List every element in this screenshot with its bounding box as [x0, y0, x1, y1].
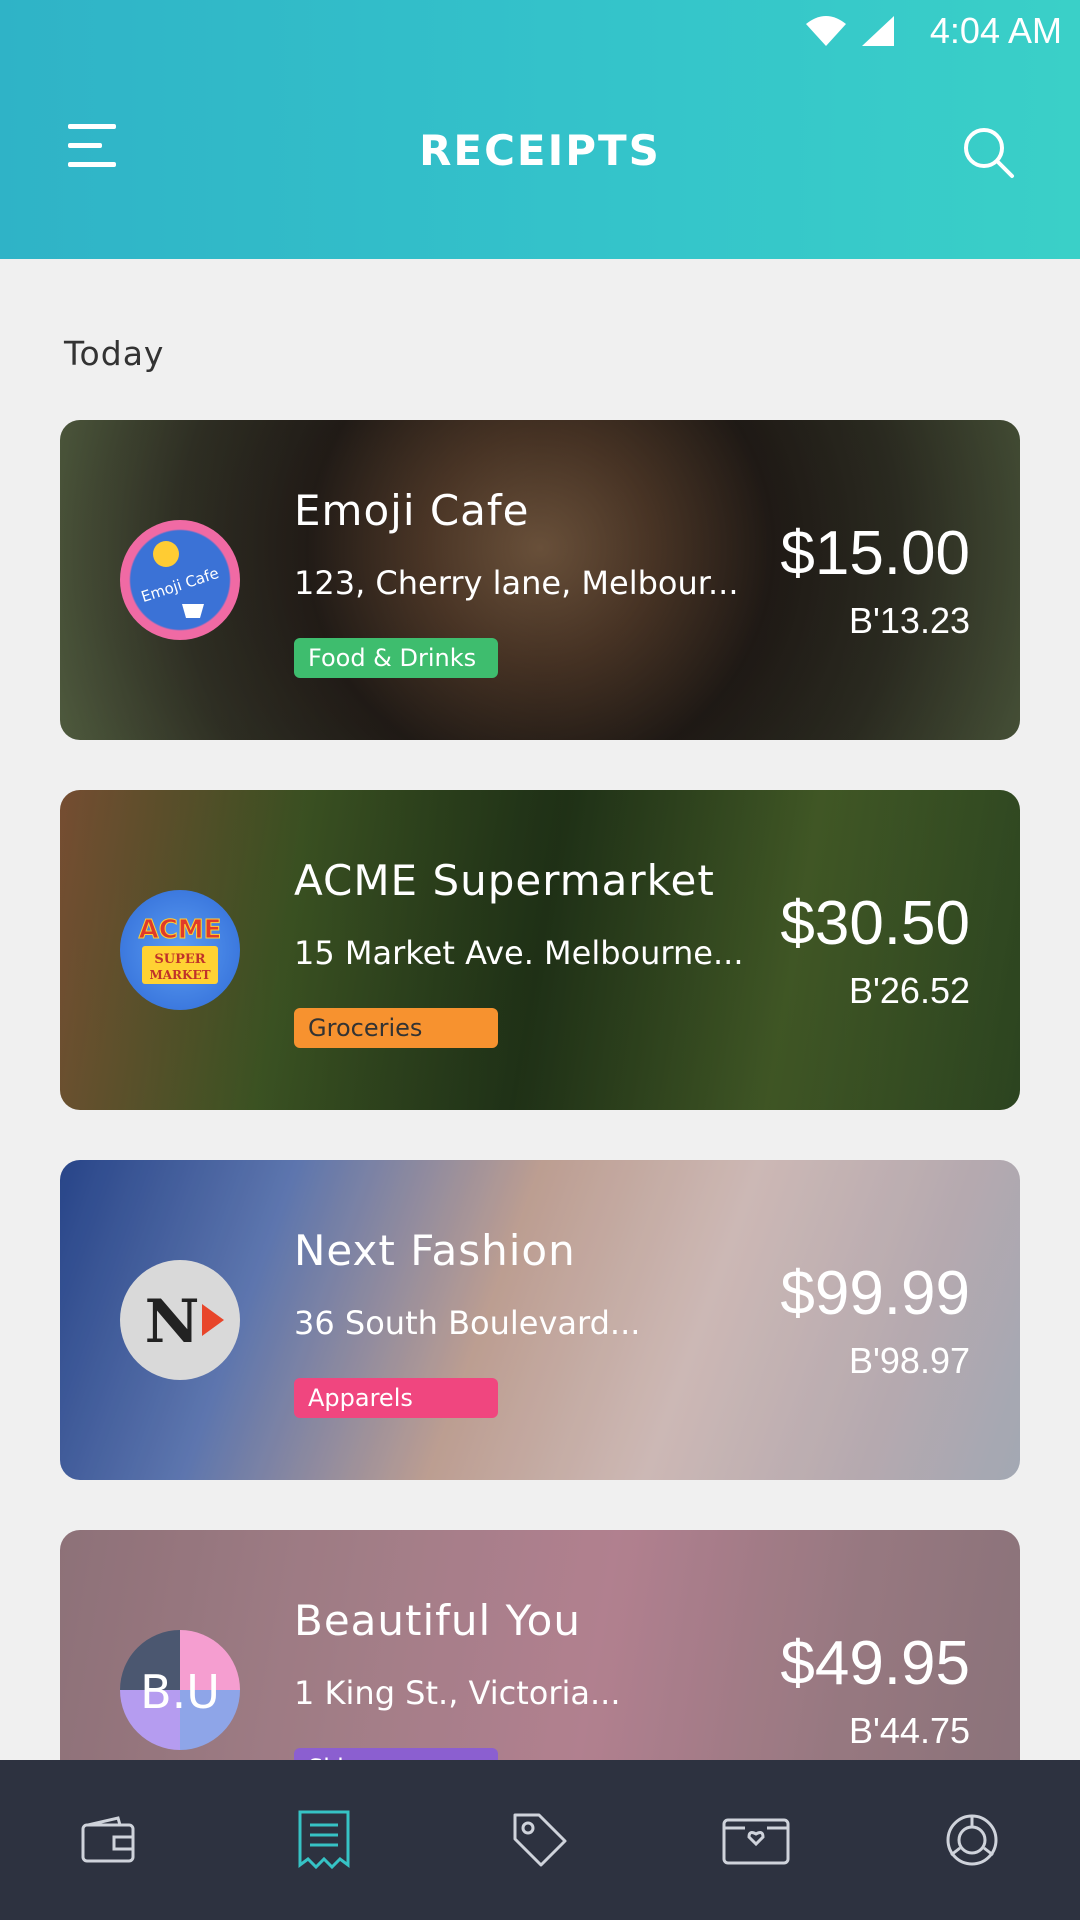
- beautiful-you-logo-icon: B.U: [140, 1665, 220, 1719]
- receipt-icon: [298, 1810, 350, 1870]
- acme-logo-icon: ACME SUPER MARKET: [138, 915, 222, 984]
- section-label-today: Today: [64, 334, 165, 373]
- merchant-logo: B.U: [120, 1630, 240, 1750]
- merchant-logo: ACME SUPER MARKET: [120, 890, 240, 1010]
- tag-icon: [513, 1813, 567, 1867]
- svg-text:N: N: [145, 1287, 200, 1357]
- status-time: 4:04 AM: [929, 10, 1062, 51]
- merchant-name: Beautiful You: [294, 1596, 581, 1645]
- receipt-secondary-amount: B'44.75: [849, 1710, 970, 1751]
- svg-text:SUPER: SUPER: [154, 952, 205, 967]
- merchant-address: 36 South Boulevard...: [294, 1304, 641, 1342]
- category-tag: Apparels: [294, 1378, 498, 1418]
- svg-text:B.U: B.U: [140, 1665, 220, 1719]
- svg-text:ACME: ACME: [139, 915, 222, 945]
- svg-text:MARKET: MARKET: [149, 968, 210, 982]
- merchant-logo: Emoji Cafe: [120, 520, 240, 640]
- status-bar: 4:04 AM: [720, 0, 1080, 62]
- merchant-name: Emoji Cafe: [294, 486, 530, 535]
- receipt-card[interactable]: Emoji Cafe Emoji Cafe 123, Cherry lane, …: [60, 420, 1020, 740]
- receipt-secondary-amount: B'26.52: [849, 970, 970, 1011]
- card-heart-icon: [722, 1818, 790, 1865]
- merchant-name: Next Fashion: [294, 1226, 576, 1275]
- nav-item-receipts[interactable]: [216, 1760, 432, 1920]
- bottom-nav: [0, 1760, 1080, 1920]
- app-header: 4:04 AM RECEIPTS: [0, 0, 1080, 259]
- wifi-icon: [806, 16, 846, 46]
- merchant-name: ACME Supermarket: [294, 856, 715, 905]
- nav-item-wallet[interactable]: [0, 1760, 216, 1920]
- cafe-logo-icon: Emoji Cafe: [139, 541, 221, 618]
- next-fashion-logo-icon: N: [145, 1287, 224, 1357]
- receipt-amount: $99.99: [780, 1259, 970, 1328]
- search-icon[interactable]: [960, 124, 1016, 180]
- nav-item-tags[interactable]: [432, 1760, 648, 1920]
- chart-ring-icon: [946, 1814, 998, 1866]
- receipt-secondary-amount: B'13.23: [849, 600, 970, 641]
- merchant-address: 1 King St., Victoria...: [294, 1674, 621, 1712]
- receipt-card[interactable]: ACME SUPER MARKET ACME Supermarket 15 Ma…: [60, 790, 1020, 1110]
- nav-item-favorites[interactable]: [648, 1760, 864, 1920]
- receipt-amount: $15.00: [780, 519, 970, 588]
- svg-text:Emoji Cafe: Emoji Cafe: [139, 564, 221, 606]
- signal-icon: [862, 16, 894, 46]
- category-tag: Food & Drinks: [294, 638, 498, 678]
- wallet-icon: [81, 1816, 135, 1863]
- receipt-amount: $30.50: [780, 889, 970, 958]
- merchant-logo: N: [120, 1260, 240, 1380]
- category-tag: Groceries: [294, 1008, 498, 1048]
- page-title: RECEIPTS: [419, 126, 661, 175]
- nav-item-reports[interactable]: [864, 1760, 1080, 1920]
- receipt-secondary-amount: B'98.97: [849, 1340, 970, 1381]
- merchant-address: 123, Cherry lane, Melbour...: [294, 564, 739, 602]
- receipt-card[interactable]: N Next Fashion 36 South Boulevard... App…: [60, 1160, 1020, 1480]
- receipt-amount: $49.95: [780, 1629, 970, 1698]
- merchant-address: 15 Market Ave. Melbourne...: [294, 934, 744, 972]
